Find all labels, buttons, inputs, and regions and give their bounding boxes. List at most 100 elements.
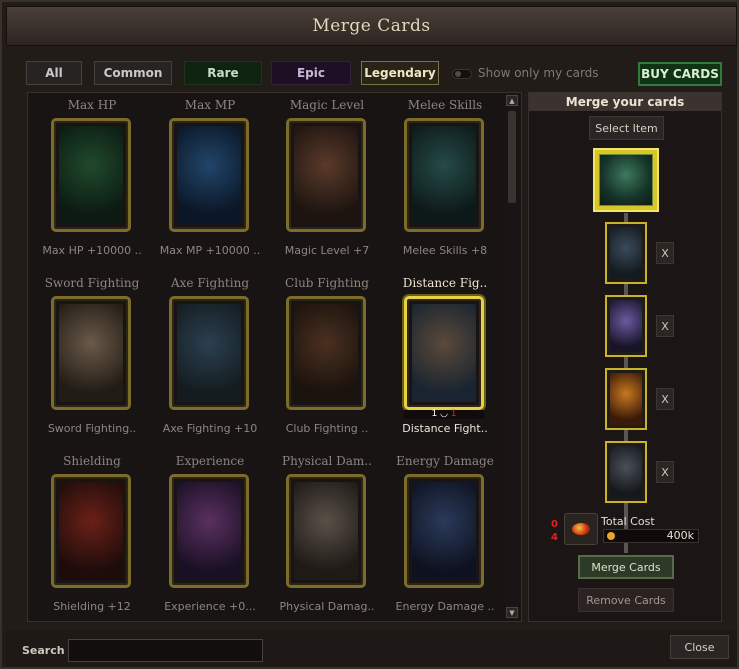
filter-rare-button[interactable]: Rare	[184, 61, 262, 85]
remove-slot-button[interactable]: X	[656, 388, 674, 410]
cost-counts: 0 4	[551, 518, 558, 544]
card-frame	[286, 118, 366, 232]
card-frame	[169, 296, 249, 410]
window-title: Merge Cards	[312, 16, 431, 36]
search-label: Search	[22, 644, 65, 657]
card-art-image	[610, 300, 642, 352]
fire-orb-icon	[564, 513, 598, 545]
gold-coin-icon	[607, 532, 615, 540]
card-art-image	[412, 482, 476, 580]
show-only-my-cards-label[interactable]: Show only my cards	[478, 66, 599, 80]
total-cost-field: 400k	[603, 529, 699, 543]
merge-card-slot[interactable]	[605, 222, 647, 284]
chevron-down-icon[interactable]: ▼	[506, 607, 518, 618]
merge-card-slot[interactable]	[605, 295, 647, 357]
filter-bar: All Common Rare Epic Legendary Show only…	[26, 61, 722, 87]
card-bonus-label: Physical Damag..	[279, 600, 375, 613]
card-tile[interactable]: Melee Skills Melee Skills +8	[386, 98, 504, 268]
merge-card-slot[interactable]	[605, 441, 647, 503]
card-tile[interactable]: Club Fighting Club Fighting ..	[268, 276, 386, 446]
merge-panel: Merge your cards Select Item X X X X 0 4 To…	[528, 92, 722, 622]
total-cost-value: 400k	[666, 529, 694, 542]
card-art-image	[177, 126, 241, 224]
quantity-separator-icon: ◡	[437, 409, 451, 419]
card-frame	[51, 474, 131, 588]
merge-cards-button[interactable]: Merge Cards	[578, 555, 674, 579]
card-frame	[286, 296, 366, 410]
card-tile[interactable]: Physical Dam.. Physical Damag..	[268, 454, 386, 624]
filter-all-button[interactable]: All	[26, 61, 82, 85]
card-tile[interactable]: Axe Fighting Axe Fighting +10	[151, 276, 269, 446]
remove-cards-button[interactable]: Remove Cards	[578, 588, 674, 612]
search-input[interactable]	[68, 639, 263, 662]
merge-cards-window: Merge Cards All Common Rare Epic Legenda…	[0, 0, 739, 669]
card-tile[interactable]: Max MP Max MP +10000 ..	[151, 98, 269, 268]
card-bonus-label: Sword Fighting..	[47, 422, 137, 435]
remove-slot-button[interactable]: X	[656, 461, 674, 483]
card-art-image	[59, 304, 123, 402]
close-button[interactable]: Close	[670, 635, 729, 659]
card-title: Max HP	[67, 98, 117, 112]
toggle-switch-icon[interactable]	[452, 69, 472, 79]
footer-bar: Search Close	[6, 630, 737, 667]
card-tile[interactable]: Sword Fighting Sword Fighting..	[33, 276, 151, 446]
card-title: Distance Fig..	[402, 276, 488, 290]
card-tile[interactable]: Max HP Max HP +10000 ..	[33, 98, 151, 268]
card-tile[interactable]: Shielding Shielding +12	[33, 454, 151, 624]
card-art-image	[294, 482, 358, 580]
card-art-image	[177, 482, 241, 580]
card-bonus-label: Melee Skills +8	[402, 244, 488, 257]
card-title: Energy Damage	[396, 454, 494, 468]
merge-panel-heading: Merge your cards	[529, 93, 721, 111]
card-title: Sword Fighting	[44, 276, 140, 290]
filter-common-button[interactable]: Common	[94, 61, 172, 85]
card-bonus-label: Axe Fighting +10	[162, 422, 258, 435]
card-grid-scrollbar[interactable]: ▲ ▼	[506, 95, 518, 620]
card-art-image	[59, 482, 123, 580]
filter-epic-button[interactable]: Epic	[271, 61, 351, 85]
merge-card-slot[interactable]	[605, 368, 647, 430]
card-quantity-needed: 1	[450, 409, 457, 419]
card-art-image	[294, 304, 358, 402]
card-frame	[286, 474, 366, 588]
card-tile[interactable]: Magic Level Magic Level +7	[268, 98, 386, 268]
card-art-image	[412, 304, 476, 402]
card-bonus-label: Magic Level +7	[284, 244, 370, 257]
card-title: Melee Skills	[407, 98, 483, 112]
card-frame	[404, 296, 484, 410]
cost-count-required: 4	[551, 532, 558, 543]
card-bonus-label: Max MP +10000 ..	[159, 244, 261, 257]
remove-slot-button[interactable]: X	[656, 242, 674, 264]
remove-slot-button[interactable]: X	[656, 315, 674, 337]
card-bonus-label: Energy Damage ..	[395, 600, 495, 613]
card-title: Axe Fighting	[171, 276, 249, 290]
card-art-image	[294, 126, 358, 224]
card-art-image	[610, 446, 642, 498]
filter-legendary-button[interactable]: Legendary	[361, 61, 439, 85]
card-quantity: 1 ◡ 1	[404, 410, 484, 419]
card-frame	[51, 118, 131, 232]
card-frame	[404, 118, 484, 232]
chevron-up-icon[interactable]: ▲	[506, 95, 518, 106]
card-art-image	[610, 227, 642, 279]
buy-cards-button[interactable]: BUY CARDS	[638, 62, 722, 86]
card-frame	[169, 474, 249, 588]
card-bonus-label: Shielding +12	[53, 600, 131, 613]
card-bonus-label: Club Fighting ..	[285, 422, 369, 435]
scroll-thumb[interactable]	[508, 111, 516, 203]
select-item-button[interactable]: Select Item	[589, 116, 664, 140]
card-tile[interactable]: Experience Experience +0...	[151, 454, 269, 624]
target-item-slot[interactable]	[593, 148, 659, 212]
card-tile[interactable]: Distance Fig.. Distance Fight.. 1 ◡ 1	[386, 276, 504, 446]
title-bar[interactable]: Merge Cards	[6, 6, 737, 46]
card-title: Max MP	[184, 98, 236, 112]
card-frame	[404, 474, 484, 588]
card-art-image	[412, 126, 476, 224]
card-title: Physical Dam..	[282, 454, 372, 468]
card-bonus-label: Experience +0...	[164, 600, 256, 613]
card-art-image	[59, 126, 123, 224]
card-tile[interactable]: Energy Damage Energy Damage ..	[386, 454, 504, 624]
card-frame	[51, 296, 131, 410]
card-title: Shielding	[63, 454, 121, 468]
card-bonus-label: Distance Fight..	[402, 422, 488, 435]
